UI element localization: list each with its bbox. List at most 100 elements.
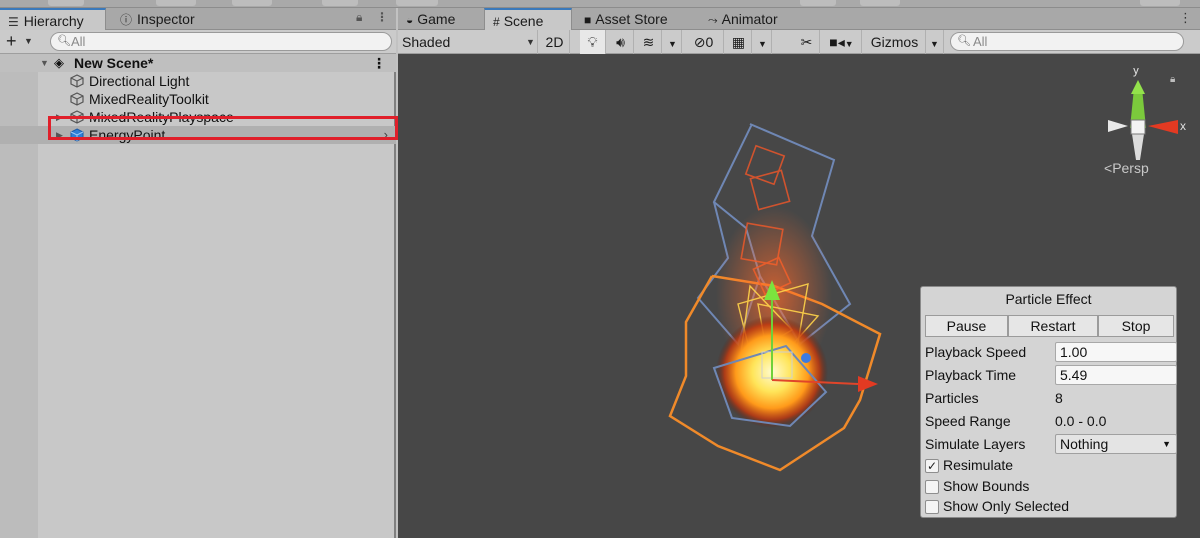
gameobject-cube-icon bbox=[70, 92, 84, 106]
pause-button[interactable]: Pause bbox=[925, 315, 1008, 337]
tools-icon: ✂ bbox=[800, 34, 813, 50]
hierarchy-toolbar: + ▼ 🔍︎ All bbox=[0, 30, 396, 54]
gizmos-dropdown[interactable]: ▼ bbox=[926, 30, 944, 54]
chevron-down-icon: ▼ bbox=[1162, 439, 1171, 449]
restart-button[interactable]: Restart bbox=[1008, 315, 1098, 337]
tab-inspector[interactable]: ⓘ Inspector bbox=[112, 8, 232, 30]
camera-dropdown[interactable]: ■◂▼ bbox=[822, 30, 862, 54]
show-only-selected-checkbox[interactable] bbox=[925, 500, 939, 514]
scene-name: New Scene* bbox=[74, 55, 154, 71]
gameobject-cube-icon bbox=[70, 74, 84, 88]
search-icon: 🔍︎ bbox=[957, 35, 971, 47]
speed-range-value: 0.0 - 0.0 bbox=[1055, 413, 1107, 429]
scene-search-input[interactable]: 🔍︎ All bbox=[950, 32, 1184, 51]
hidden-objects-toggle[interactable]: ⊘0 bbox=[684, 30, 724, 54]
tab-asset-store[interactable]: ■ Asset Store bbox=[576, 8, 696, 30]
hierarchy-item[interactable]: Directional Light bbox=[0, 72, 396, 90]
playback-speed-label: Playback Speed bbox=[925, 344, 1027, 360]
hierarchy-panel: ☰ Hierarchy ⓘ Inspector 🔒︎ ⋮ + ▼ 🔍︎ All ▼ … bbox=[0, 8, 396, 538]
playback-speed-row: Playback Speed 1.00 bbox=[925, 342, 1177, 362]
simulate-layers-row: Simulate Layers Nothing ▼ bbox=[925, 434, 1177, 454]
show-bounds-label: Show Bounds bbox=[943, 478, 1030, 494]
hierarchy-search-input[interactable]: 🔍︎ All bbox=[50, 32, 392, 51]
axis-x-label: x bbox=[1180, 119, 1186, 133]
scene-tab-bar: ◒ Game # Scene ■ Asset Store ⤳ Animator ⋮ bbox=[398, 8, 1200, 30]
show-bounds-checkbox[interactable] bbox=[925, 480, 939, 494]
scene-panel: ◒ Game # Scene ■ Asset Store ⤳ Animator ⋮ Sh… bbox=[398, 8, 1200, 538]
hierarchy-item-label: MixedRealityToolkit bbox=[89, 91, 209, 107]
resimulate-checkbox[interactable]: ✓ bbox=[925, 459, 939, 473]
selection-highlight-box bbox=[48, 116, 398, 140]
expand-arrow-icon[interactable]: ▼ bbox=[40, 54, 49, 72]
projection-toggle[interactable]: <Persp bbox=[1104, 160, 1149, 176]
effects-dropdown[interactable]: ▼ bbox=[664, 30, 682, 54]
simulate-layers-value: Nothing bbox=[1060, 436, 1109, 452]
playback-speed-input[interactable]: 1.00 bbox=[1055, 342, 1177, 362]
info-icon: ⓘ bbox=[120, 13, 133, 27]
create-dropdown-arrow-icon[interactable]: ▼ bbox=[24, 36, 33, 46]
chevron-down-icon: ▼ bbox=[758, 39, 767, 49]
speed-range-row: Speed Range 0.0 - 0.0 bbox=[925, 411, 1175, 431]
tab-scene[interactable]: # Scene bbox=[484, 8, 572, 30]
chevron-down-icon: ▼ bbox=[844, 39, 854, 49]
particles-label: Particles bbox=[925, 390, 979, 406]
scene-viewport[interactable]: y x 🔒︎ <Persp Particle Effect Pause Rest… bbox=[398, 54, 1200, 538]
mode-2d-label: 2D bbox=[545, 34, 564, 50]
tab-hierarchy[interactable]: ☰ Hierarchy bbox=[0, 8, 106, 30]
playback-time-row: Playback Time 5.49 bbox=[925, 365, 1177, 385]
stop-button[interactable]: Stop bbox=[1098, 315, 1174, 337]
particles-count: 8 bbox=[1055, 390, 1063, 406]
grid-toggle[interactable]: ▦ bbox=[726, 30, 752, 54]
speaker-icon: 🔊︎ bbox=[616, 34, 625, 50]
tools-toggle[interactable]: ✂ bbox=[794, 30, 820, 54]
search-icon: 🔍︎ bbox=[57, 35, 71, 47]
shopping-bag-icon: ■ bbox=[584, 13, 592, 27]
grid-dropdown[interactable]: ▼ bbox=[754, 30, 772, 54]
grid-icon: ▦ bbox=[731, 34, 746, 50]
shading-mode-dropdown[interactable]: Shaded ▼ bbox=[398, 30, 538, 54]
show-only-selected-label: Show Only Selected bbox=[943, 498, 1070, 514]
particle-effect-title: Particle Effect bbox=[1005, 291, 1092, 307]
gizmos-button[interactable]: Gizmos bbox=[864, 30, 926, 54]
resimulate-label: Resimulate bbox=[943, 457, 1014, 473]
unity-scene-icon: ◈ bbox=[54, 55, 64, 70]
tab-asset-store-label: Asset Store bbox=[595, 11, 668, 27]
lock-icon[interactable]: 🔒︎ bbox=[356, 10, 362, 25]
tab-hierarchy-label: Hierarchy bbox=[23, 13, 84, 29]
tab-animator-label: Animator bbox=[721, 11, 778, 27]
chevron-down-icon: ▼ bbox=[526, 37, 535, 47]
gizmos-label: Gizmos bbox=[870, 34, 919, 50]
chevron-down-icon: ▼ bbox=[668, 39, 677, 49]
projection-label: Persp bbox=[1112, 160, 1149, 176]
audio-toggle[interactable]: 🔊︎ bbox=[608, 30, 634, 54]
playback-time-input[interactable]: 5.49 bbox=[1055, 365, 1177, 385]
checkmark-icon: ✓ bbox=[926, 459, 938, 473]
tab-inspector-label: Inspector bbox=[137, 11, 195, 27]
hierarchy-item[interactable]: MixedRealityToolkit bbox=[0, 90, 396, 108]
layers-effects-icon: ≋ bbox=[642, 34, 655, 50]
tab-animator[interactable]: ⤳ Animator bbox=[700, 8, 800, 30]
panel-menu-kebab-icon[interactable]: ⋮ bbox=[376, 10, 388, 24]
hierarchy-tab-bar: ☰ Hierarchy ⓘ Inspector 🔒︎ ⋮ bbox=[0, 8, 396, 30]
chevron-down-icon: ▼ bbox=[930, 39, 939, 49]
scene-menu-kebab-icon[interactable]: ⋮ bbox=[372, 54, 386, 72]
lightbulb-icon: 💡︎ bbox=[587, 34, 598, 50]
particle-effect-panel: Particle Effect Pause Restart Stop Playb… bbox=[920, 286, 1177, 518]
simulate-layers-dropdown[interactable]: Nothing ▼ bbox=[1055, 434, 1177, 454]
gizmo-lock-icon[interactable]: 🔒︎ bbox=[1170, 74, 1175, 85]
speed-range-label: Speed Range bbox=[925, 413, 1011, 429]
mode-2d-toggle[interactable]: 2D bbox=[540, 30, 570, 54]
scene-row[interactable]: ▼ ◈ New Scene* ⋮ bbox=[0, 54, 396, 72]
effects-toggle[interactable]: ≋ bbox=[636, 30, 662, 54]
tab-scene-label: Scene bbox=[503, 13, 544, 29]
particle-playback-buttons: Pause Restart Stop bbox=[925, 315, 1174, 337]
animator-icon: ⤳ bbox=[708, 13, 718, 27]
axis-y-label: y bbox=[1133, 68, 1139, 77]
camera-icon: ■◂ bbox=[829, 34, 845, 50]
create-plus-button[interactable]: + bbox=[6, 31, 17, 51]
lighting-toggle[interactable]: 💡︎ bbox=[580, 30, 606, 54]
hidden-count: 0 bbox=[705, 34, 714, 50]
scene-panel-menu-kebab-icon[interactable]: ⋮ bbox=[1179, 10, 1192, 26]
tab-game[interactable]: ◒ Game bbox=[398, 8, 484, 30]
particles-row: Particles 8 bbox=[925, 388, 1175, 408]
